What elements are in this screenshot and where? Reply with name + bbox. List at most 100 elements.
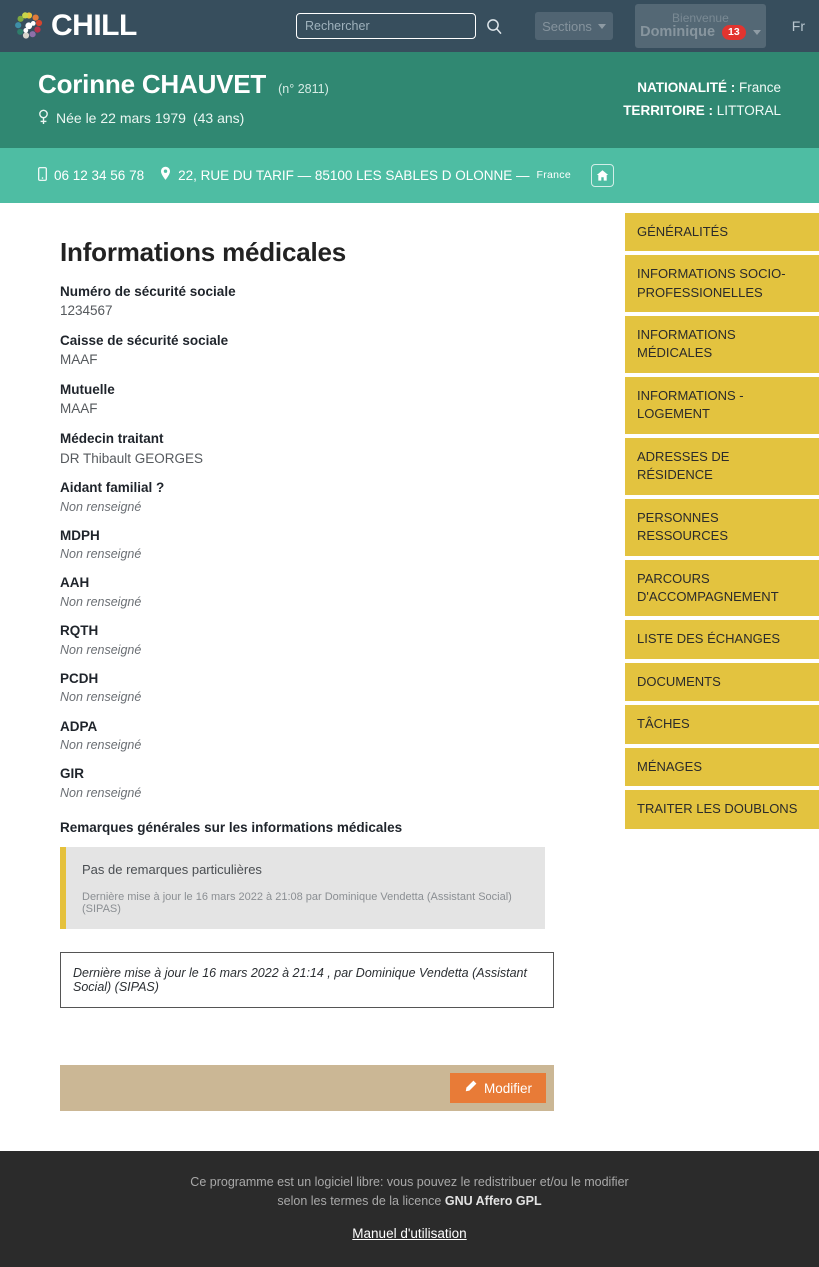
sections-menu-button[interactable]: Sections [535,12,613,40]
user-identity-row: Dominique 13 [640,23,761,40]
footer-license-prefix: selon les termes de la licence [277,1194,445,1209]
field-value: Non renseigné [60,785,142,800]
sidebar-item[interactable]: TRAITER LES DOUBLONS [625,790,819,829]
chevron-down-icon [752,29,761,35]
address-text: 22, RUE DU TARIF — 85100 LES SABLES D OL… [178,167,530,183]
female-icon [38,109,49,128]
navbar-right-group: Sections Bienvenue Dominique 13 Fr [296,0,805,52]
nationality-label: NATIONALITÉ : [637,80,736,95]
field-value: Non renseigné [60,738,142,753]
nationality-row: NATIONALITÉ : France [623,76,781,99]
section-sidebar: GÉNÉRALITÉS INFORMATIONS SOCIO-PROFESSION… [625,203,819,833]
sidebar-item[interactable]: LISTE DES ÉCHANGES [625,620,819,659]
address-country: France [536,169,571,182]
user-manual-link[interactable]: Manuel d'utilisation [352,1226,466,1241]
field-label: GIR [60,766,85,782]
field-label: Numéro de sécurité sociale [60,283,236,299]
field-value: DR Thibault GEORGES [60,450,204,466]
remark-meta: Dernière mise à jour le 16 mars 2022 à 2… [82,891,512,916]
sidebar-item[interactable]: GÉNÉRALITÉS [625,212,819,252]
sidebar-item[interactable]: TÂCHES [625,705,819,744]
medical-field: Mutuelle MAAF [60,380,625,419]
sidebar-item[interactable]: ADRESSES DE RÉSIDENCE [625,437,819,495]
top-navbar: CHILL Sections Bienvenue Dominique 13 [0,0,819,52]
medical-field: Aidant familial ? Non renseigné [60,478,625,516]
remark-box: Pas de remarques particulières Dernière … [60,846,545,930]
person-birthdate: Née le 22 mars 1979 [56,110,186,127]
field-value: MAAF [60,352,98,368]
search-icon[interactable] [481,13,507,39]
user-name: Dominique [640,23,716,40]
notification-badge: 13 [722,25,746,40]
search-group [296,13,507,39]
last-update-note: Dernière mise à jour le 16 mars 2022 à 2… [60,952,554,1009]
field-value: Non renseigné [60,547,142,562]
field-label: ADPA [60,718,98,734]
medical-field: Numéro de sécurité sociale 1234567 [60,282,625,321]
nationality-value: France [738,80,781,95]
remarks-heading: Remarques générales sur les informations… [60,819,403,835]
field-label: Aidant familial ? [60,480,165,496]
edit-button[interactable]: Modifier [449,1073,546,1104]
sidebar-item[interactable]: INFORMATIONS - LOGEMENT [625,376,819,434]
person-name: Corinne CHAUVET [38,69,267,99]
sidebar-item[interactable]: INFORMATIONS SOCIO-PROFESSIONELLES [625,255,819,312]
person-age: (43 ans) [192,110,245,127]
medical-fields-list: Numéro de sécurité sociale 1234567 Caisse … [60,282,625,802]
sidebar-items: GÉNÉRALITÉS INFORMATIONS SOCIO-PROFESSION… [625,212,819,829]
person-contact-bar: 06 12 34 56 78 22, RUE DU TARIF — 85100 … [0,147,819,203]
field-label: Mutuelle [60,381,115,397]
user-greeting: Bienvenue [672,11,729,26]
footer-license-line2: selon les termes de la licence GNU Affer… [0,1192,819,1211]
medical-field: Médecin traitant DR Thibault GEORGES [60,429,625,468]
sidebar-item[interactable]: PARCOURS D'ACCOMPAGNEMENT [625,559,819,617]
field-label: MDPH [60,527,100,543]
phone-item: 06 12 34 56 78 [38,166,145,184]
territory-row: TERRITOIRE : LITTORAL [623,99,781,122]
medical-field: PCDH Non renseigné [60,669,625,707]
brand-name: CHILL [51,9,137,42]
edit-button-label: Modifier [483,1080,532,1096]
sidebar-item[interactable]: PERSONNES RESSOURCES [625,498,819,556]
chill-dots-logo-icon [14,11,44,41]
medical-field: RQTH Non renseigné [60,621,625,659]
language-switch[interactable]: Fr [792,18,805,34]
home-icon[interactable] [590,163,614,187]
footer-license-line1: Ce programme est un logiciel libre: vous… [190,1175,629,1190]
main-content: Informations médicales Numéro de sécurit… [0,203,625,1112]
address-item: 22, RUE DU TARIF — 85100 LES SABLES D OL… [160,166,571,184]
person-number: (n° 2811) [278,82,329,96]
pencil-icon [464,1080,477,1096]
page-title: Informations médicales [60,236,347,267]
chevron-down-icon [597,23,606,29]
field-value: 1234567 [60,303,113,319]
medical-field: AAH Non renseigné [60,573,625,611]
search-input[interactable] [296,13,476,39]
person-banner: Corinne CHAUVET (n° 2811) Née le 22 mars… [0,52,819,148]
field-label: PCDH [60,670,99,686]
field-value: MAAF [60,401,98,417]
phone-number: 06 12 34 56 78 [54,167,145,183]
medical-field: GIR Non renseigné [60,764,625,802]
brand-logo-link[interactable]: CHILL [14,11,137,41]
mobile-phone-icon [38,166,47,184]
field-value: Non renseigné [60,690,142,705]
sidebar-item[interactable]: INFORMATIONS MÉDICALES [625,315,819,373]
map-pin-icon [160,166,171,184]
user-menu-button[interactable]: Bienvenue Dominique 13 [635,4,766,48]
person-meta-right: NATIONALITÉ : France TERRITOIRE : LITTOR… [623,76,781,122]
field-label: Caisse de sécurité sociale [60,332,229,348]
page-body: Informations médicales Numéro de sécurit… [0,202,819,1152]
field-label: Médecin traitant [60,430,164,446]
sidebar-item[interactable]: DOCUMENTS [625,662,819,702]
sections-label: Sections [542,18,592,34]
sidebar-item[interactable]: MÉNAGES [625,747,819,787]
medical-field: ADPA Non renseigné [60,717,625,755]
action-bar: Modifier [60,1065,554,1112]
footer-license-name: GNU Affero GPL [444,1194,542,1209]
field-value: Non renseigné [60,642,142,657]
field-label: AAH [60,575,90,591]
field-value: Non renseigné [60,499,142,514]
page-footer: Ce programme est un logiciel libre: vous… [0,1151,819,1267]
remark-text: Pas de remarques particulières [82,861,262,877]
